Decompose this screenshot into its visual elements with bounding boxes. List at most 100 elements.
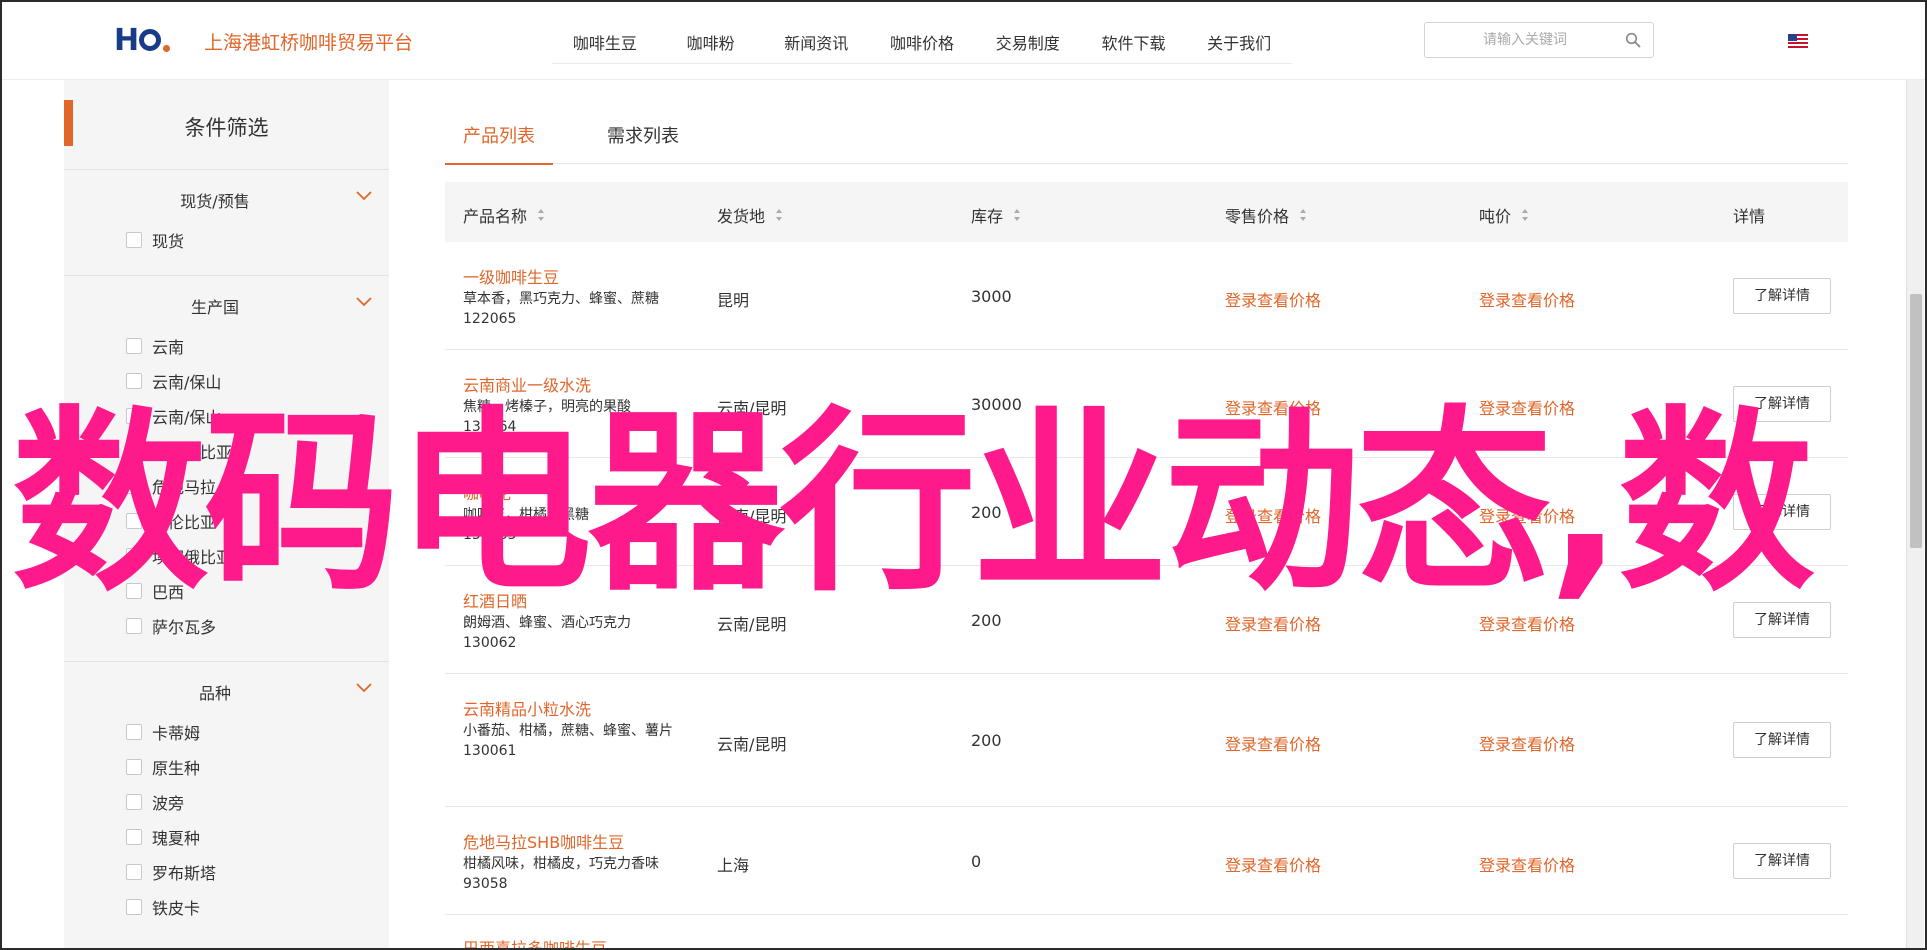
us-flag-icon[interactable] [1788, 34, 1808, 48]
filter-option-label: 卡蒂姆 [152, 723, 201, 743]
filter-option-label: 罗布斯塔 [152, 863, 217, 883]
filter-option-label: 云南/保山 [152, 372, 222, 392]
nav-item-coffee-powder[interactable]: 咖啡粉 [658, 20, 764, 63]
ton-price-login-link[interactable]: 登录查看价格 [1479, 611, 1575, 635]
nav-item-about[interactable]: 关于我们 [1186, 20, 1292, 63]
table-row: 危地马拉SHB咖啡生豆 柑橘风味，柑橘皮，巧克力香味 93058 上海 0 登录… [445, 807, 1848, 915]
filter-option-label: 波旁 [152, 793, 185, 813]
search-icon[interactable] [1625, 32, 1641, 48]
product-name-link[interactable]: 危地马拉SHB咖啡生豆 [463, 829, 678, 853]
column-header-details: 详情 [1733, 207, 1766, 226]
column-header-ton-price[interactable]: 吨价 [1479, 203, 1529, 227]
filter-group-variety: 品种 卡蒂姆 原生种 波旁 瑰夏种 罗布斯塔 铁皮卡 [64, 662, 389, 942]
site-header: H 上海港虹桥咖啡贸易平台 咖啡生豆 咖啡粉 新闻资讯 咖啡价格 交易制度 软件… [2, 2, 1925, 80]
checkbox[interactable] [126, 758, 142, 775]
product-cell: 巴西喜拉多咖啡生豆 [463, 935, 607, 948]
filter-option-label: 萨尔瓦多 [152, 617, 217, 637]
column-header-label: 库存 [971, 207, 1004, 226]
nav-item-software[interactable]: 软件下载 [1081, 20, 1187, 63]
sidebar-title: 条件筛选 [184, 116, 269, 140]
tab-demand-list[interactable]: 需求列表 [607, 122, 679, 148]
ton-price-login-link[interactable]: 登录查看价格 [1479, 731, 1575, 755]
site-logo[interactable]: H [114, 22, 171, 58]
filter-option[interactable]: 铁皮卡 [64, 889, 389, 924]
product-name-link[interactable]: 巴西喜拉多咖啡生豆 [463, 935, 607, 948]
column-header-stock[interactable]: 库存 [971, 203, 1021, 227]
checkbox[interactable] [126, 793, 142, 810]
filter-option[interactable]: 瑰夏种 [64, 819, 389, 854]
retail-price-login-link[interactable]: 登录查看价格 [1225, 287, 1321, 311]
filter-option[interactable]: 云南/保山 [64, 363, 389, 398]
filter-option[interactable]: 卡蒂姆 [64, 714, 389, 749]
stock-cell: 200 [971, 731, 1002, 750]
column-header-retail-price[interactable]: 零售价格 [1225, 203, 1307, 227]
checkbox[interactable] [126, 828, 142, 845]
sort-icon[interactable] [537, 208, 545, 222]
table-row: 云南精品小粒水洗 小番茄、柑橘，蔗糖、蜂蜜、薯片 130061 云南/昆明 20… [445, 674, 1848, 807]
checkbox[interactable] [126, 337, 142, 354]
chevron-down-icon[interactable] [355, 682, 373, 694]
browser-frame: H 上海港虹桥咖啡贸易平台 咖啡生豆 咖啡粉 新闻资讯 咖啡价格 交易制度 软件… [0, 0, 1927, 950]
search-input[interactable] [1435, 29, 1615, 51]
origin-cell: 昆明 [717, 291, 750, 310]
checkbox[interactable] [126, 617, 142, 634]
filter-option-label: 瑰夏种 [152, 828, 201, 848]
nav-item-news[interactable]: 新闻资讯 [763, 20, 869, 63]
checkbox[interactable] [126, 723, 142, 740]
chevron-down-icon[interactable] [355, 296, 373, 308]
ton-price-login-link[interactable]: 登录查看价格 [1479, 852, 1575, 876]
main-nav: 咖啡生豆 咖啡粉 新闻资讯 咖啡价格 交易制度 软件下载 关于我们 [552, 20, 1292, 64]
filter-group-label: 品种 [198, 684, 231, 703]
chevron-down-icon[interactable] [355, 190, 373, 202]
filter-option[interactable]: 波旁 [64, 784, 389, 819]
retail-price-login-link[interactable]: 登录查看价格 [1225, 731, 1321, 755]
filter-group-header[interactable]: 品种 [64, 662, 389, 714]
column-header-origin[interactable]: 发货地 [717, 203, 783, 227]
filter-option-label: 铁皮卡 [152, 898, 201, 918]
filter-option[interactable]: 罗布斯塔 [64, 854, 389, 889]
product-id: 130061 [463, 743, 517, 759]
filter-group-header[interactable]: 现货/预售 [64, 170, 389, 222]
logo-mark: H [114, 23, 171, 58]
filter-option[interactable]: 云南 [64, 328, 389, 363]
detail-button[interactable]: 了解详情 [1733, 722, 1831, 758]
stock-cell: 3000 [971, 287, 1012, 306]
detail-button[interactable]: 了解详情 [1733, 843, 1831, 879]
sort-icon[interactable] [1299, 208, 1307, 222]
nav-item-trade-rules[interactable]: 交易制度 [975, 20, 1081, 63]
retail-price-login-link[interactable]: 登录查看价格 [1225, 611, 1321, 635]
origin-cell: 云南/昆明 [717, 615, 787, 634]
checkbox[interactable] [126, 863, 142, 880]
nav-item-prices[interactable]: 咖啡价格 [869, 20, 975, 63]
sort-icon[interactable] [1521, 208, 1529, 222]
product-name-link[interactable]: 云南商业一级水洗 [463, 372, 678, 396]
product-description: 小番茄、柑橘，蔗糖、蜂蜜、薯片 [463, 723, 673, 739]
sort-icon[interactable] [775, 208, 783, 222]
sort-icon[interactable] [1013, 208, 1021, 222]
watermark-overlay-text: 数码电器行业动态,数 [12, 394, 1814, 614]
checkbox[interactable] [126, 898, 142, 915]
product-name-link[interactable]: 一级咖啡生豆 [463, 264, 678, 288]
filter-group-label: 生产国 [190, 298, 239, 317]
checkbox[interactable] [126, 231, 142, 248]
site-title[interactable]: 上海港虹桥咖啡贸易平台 [204, 28, 413, 55]
product-description: 草本香，黑巧克力、蜂蜜、蔗糖 [463, 291, 659, 307]
filter-option[interactable]: 现货 [64, 222, 389, 257]
filter-option-label: 现货 [152, 231, 185, 251]
table-header: 产品名称 发货地 库存 零售价格 吨价 详情 [445, 182, 1848, 242]
nav-item-green-beans[interactable]: 咖啡生豆 [552, 20, 658, 63]
ton-price-login-link[interactable]: 登录查看价格 [1479, 287, 1575, 311]
filter-group-header[interactable]: 生产国 [64, 276, 389, 328]
filter-option[interactable]: 原生种 [64, 749, 389, 784]
filter-group-stock-type: 现货/预售 现货 [64, 170, 389, 276]
column-header-product-name[interactable]: 产品名称 [463, 203, 545, 227]
filter-option-label: 原生种 [152, 758, 201, 778]
product-name-link[interactable]: 云南精品小粒水洗 [463, 696, 678, 720]
retail-price-login-link[interactable]: 登录查看价格 [1225, 852, 1321, 876]
origin-cell: 上海 [717, 856, 750, 875]
tab-product-list[interactable]: 产品列表 [445, 122, 553, 165]
product-description: 柑橘风味，柑橘皮，巧克力香味 [463, 856, 659, 872]
detail-button[interactable]: 了解详情 [1733, 278, 1831, 314]
checkbox[interactable] [126, 372, 142, 389]
column-header-label: 发货地 [717, 207, 766, 226]
